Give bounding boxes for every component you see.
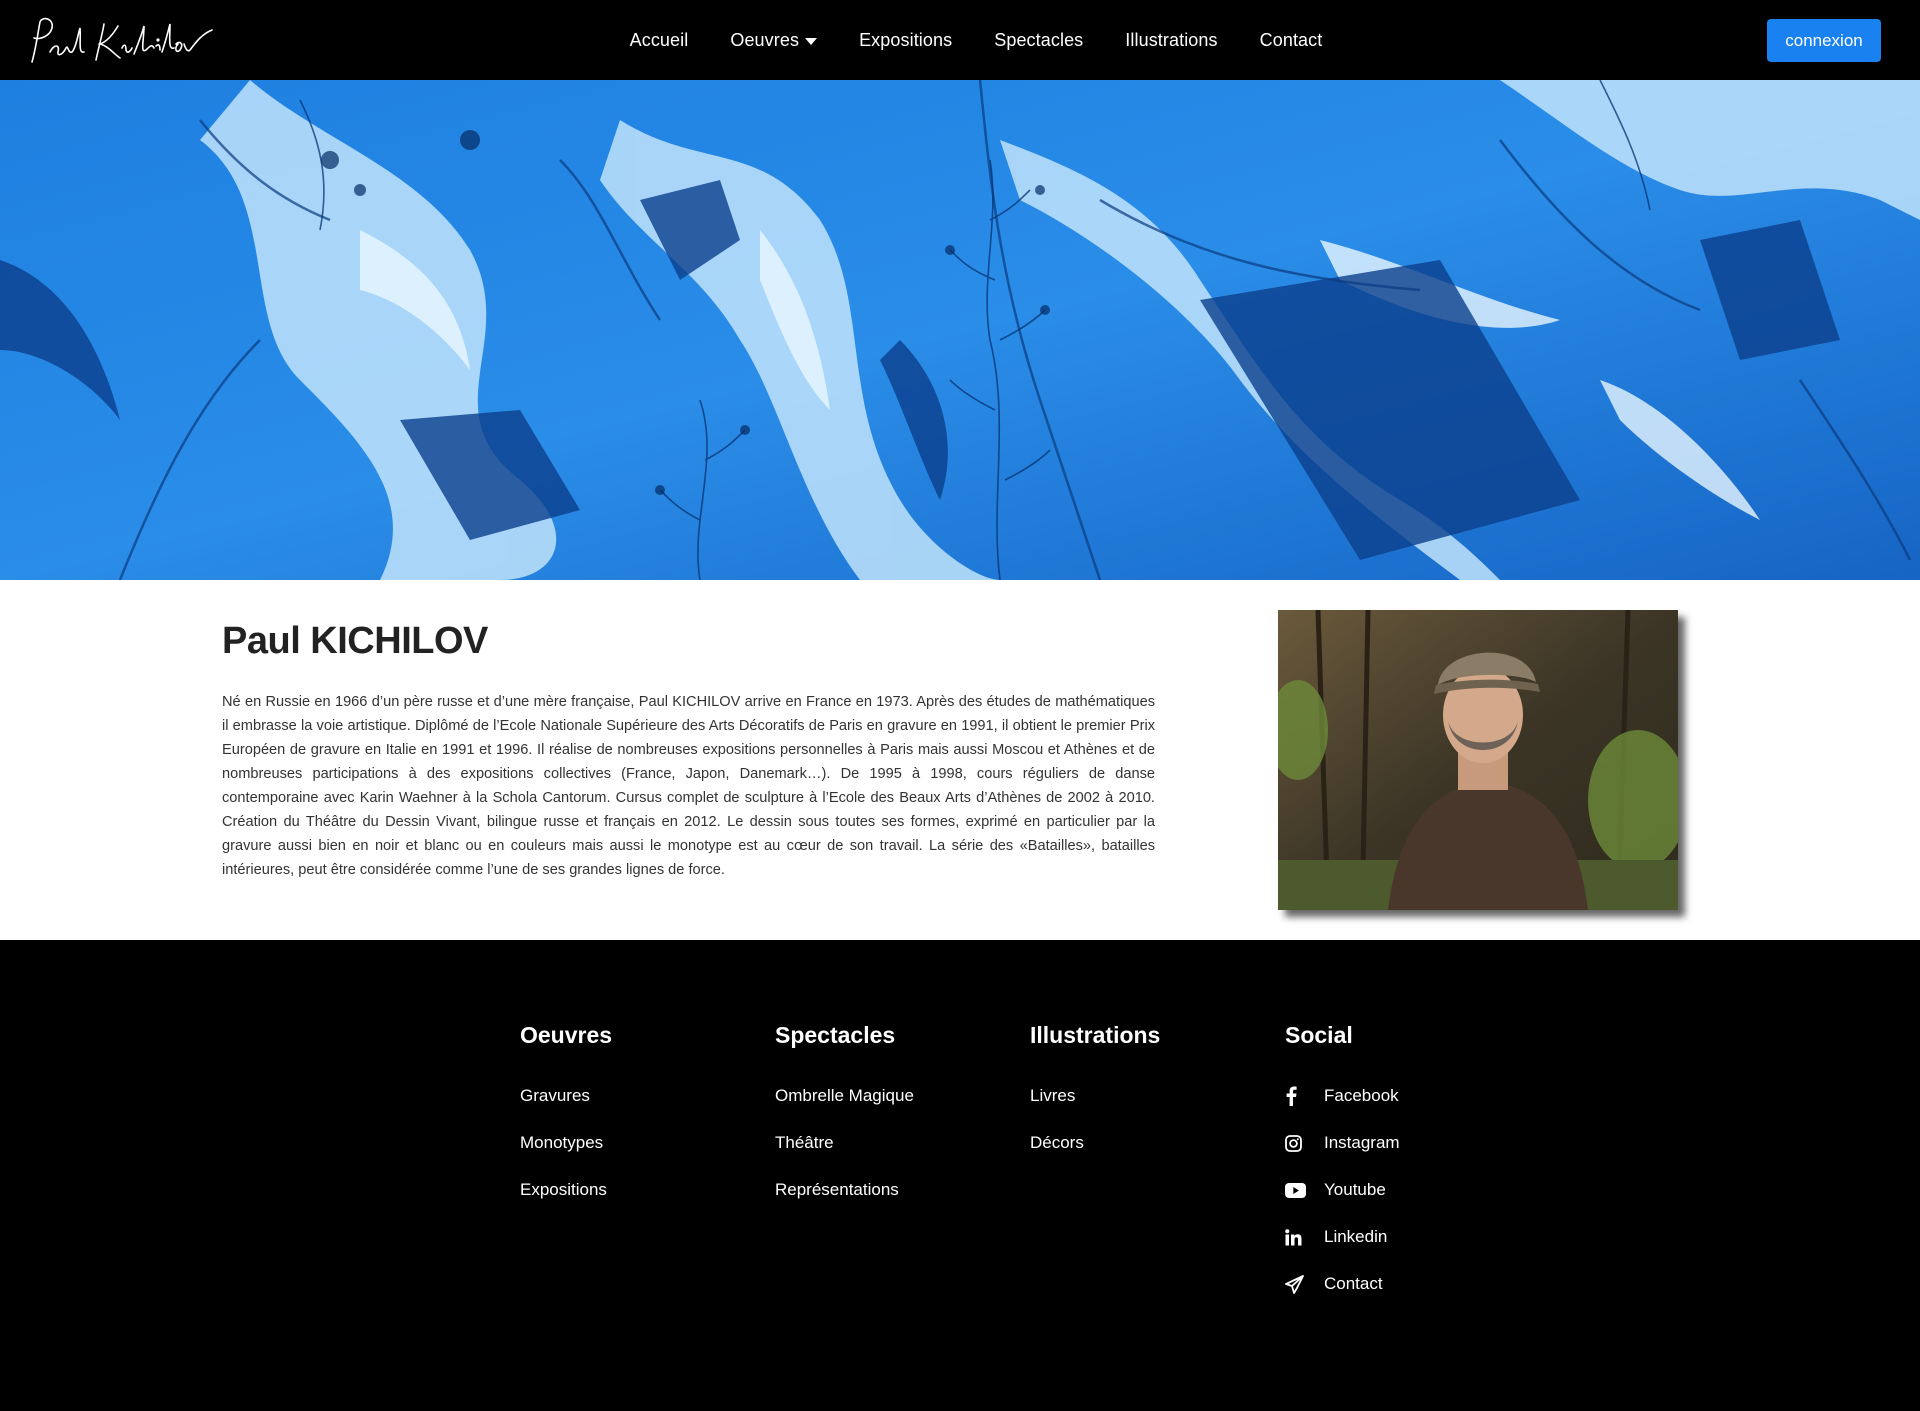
nav-illustrations[interactable]: Illustrations [1125,30,1217,51]
instagram-icon [1285,1133,1309,1153]
footer-link-instagram-label: Instagram [1324,1133,1400,1152]
footer-link-gravures[interactable]: Gravures [520,1086,760,1133]
nav-contact-label: Contact [1259,29,1323,50]
linkedin-icon [1285,1227,1309,1247]
footer-heading-oeuvres: Oeuvres [520,1022,613,1048]
about-section: Paul KICHILOV Né en Russie en 1966 d’un … [0,580,1920,940]
nav-expositions[interactable]: Expositions [859,30,952,51]
artist-name-heading: Paul KICHILOV [222,620,488,662]
footer-heading-spectacles: Spectacles [775,1022,896,1048]
footer-column-oeuvres: Oeuvres Gravures Monotypes Expositions [520,1022,760,1227]
portrait-image [1278,610,1678,910]
nav-oeuvres-label: Oeuvres [730,29,800,50]
paper-plane-icon [1285,1274,1309,1294]
footer-link-youtube-label: Youtube [1324,1180,1386,1199]
youtube-icon [1285,1180,1309,1200]
login-button[interactable]: connexion [1767,19,1881,62]
nav-spectacles[interactable]: Spectacles [994,30,1083,51]
facebook-icon [1285,1086,1309,1106]
footer-link-livres[interactable]: Livres [1030,1086,1270,1133]
hero-artwork-image [0,80,1920,580]
footer-link-contact[interactable]: Contact [1285,1274,1525,1321]
footer-link-linkedin-label: Linkedin [1324,1227,1388,1246]
footer-link-linkedin[interactable]: Linkedin [1285,1227,1525,1274]
footer-link-youtube[interactable]: Youtube [1285,1180,1525,1227]
nav-oeuvres[interactable]: Oeuvres [730,29,818,51]
footer-link-theatre[interactable]: Théâtre [775,1133,1015,1180]
artist-biography: Né en Russie en 1966 d’un père russe et … [222,694,1155,878]
footer: Oeuvres Gravures Monotypes Expositions S… [0,940,1920,1411]
nav-illustrations-label: Illustrations [1125,29,1218,50]
navbar: Accueil Oeuvres Expositions Spectacles I… [0,0,1920,80]
hero-banner [0,80,1920,580]
footer-column-social: Social Facebook Instagram Youtube Linked… [1285,1022,1525,1321]
footer-link-contact-label: Contact [1324,1274,1383,1293]
nav-spectacles-label: Spectacles [994,29,1084,50]
caret-down-icon [805,37,818,45]
nav-contact[interactable]: Contact [1260,30,1323,51]
footer-link-representations[interactable]: Représentations [775,1180,1015,1227]
footer-heading-social: Social [1285,1022,1353,1048]
nav-accueil[interactable]: Accueil [630,30,689,51]
footer-link-ombrelle-magique[interactable]: Ombrelle Magique [775,1086,1015,1133]
nav-expositions-label: Expositions [859,29,953,50]
footer-column-illustrations: Illustrations Livres Décors [1030,1022,1270,1180]
footer-link-facebook-label: Facebook [1324,1086,1399,1105]
artist-portrait-photo [1278,610,1678,910]
footer-column-spectacles: Spectacles Ombrelle Magique Théâtre Repr… [775,1022,1015,1227]
footer-link-monotypes[interactable]: Monotypes [520,1133,760,1180]
footer-link-decors[interactable]: Décors [1030,1133,1270,1180]
main-nav: Accueil Oeuvres Expositions Spectacles I… [0,0,1920,80]
footer-heading-illustrations: Illustrations [1030,1022,1161,1048]
footer-link-expositions[interactable]: Expositions [520,1180,760,1227]
footer-link-facebook[interactable]: Facebook [1285,1086,1525,1133]
nav-accueil-label: Accueil [629,29,689,50]
footer-link-instagram[interactable]: Instagram [1285,1133,1525,1180]
